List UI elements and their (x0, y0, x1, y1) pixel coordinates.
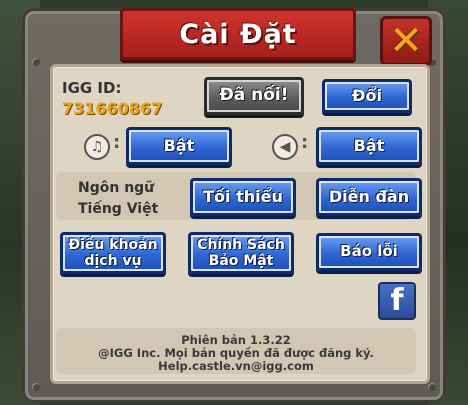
minimize-button[interactable]: Tối thiểu (190, 178, 296, 216)
page-title: Cài Đặt (179, 18, 297, 50)
speaker-icon: ◀ (272, 134, 298, 160)
sound-colon: : (301, 132, 309, 153)
language-value[interactable]: Tiếng Việt (78, 201, 158, 217)
sound-toggle-button[interactable]: Bật (316, 127, 422, 165)
igg-id-value: 731660867 (62, 99, 163, 118)
igg-id-label: IGG ID: (62, 79, 122, 97)
connected-button[interactable]: Đã nối! (204, 77, 304, 115)
report-bug-button[interactable]: Báo lỗi (316, 233, 422, 271)
music-note-icon: ♫ (84, 134, 110, 160)
rivet-icon (428, 383, 436, 391)
music-colon: : (113, 132, 121, 153)
close-icon: ✕ (389, 18, 423, 64)
facebook-button[interactable]: f (378, 282, 416, 320)
title-banner: Cài Đặt (120, 8, 356, 60)
facebook-icon: f (390, 283, 404, 318)
version-text: Phiên bản 1.3.22 (181, 333, 291, 347)
terms-line-2: dịch vụ (84, 253, 142, 269)
rivet-icon (32, 383, 40, 391)
terms-of-service-button[interactable]: Điều khoản dịch vụ (60, 232, 166, 274)
privacy-line-1: Chính Sách (197, 236, 285, 253)
support-email-link[interactable]: Help.castle.vn@igg.com (56, 359, 416, 373)
forum-button[interactable]: Diễn đàn (316, 178, 422, 216)
change-account-button[interactable]: Đổi (322, 79, 412, 113)
close-button[interactable]: ✕ (380, 16, 432, 66)
music-toggle-button[interactable]: Bật (126, 127, 232, 165)
language-label: Ngôn ngữ (78, 180, 155, 196)
rivet-icon (32, 58, 40, 66)
privacy-policy-button[interactable]: Chính Sách Bảo Mật (188, 232, 294, 274)
privacy-line-2: Bảo Mật (208, 253, 274, 269)
copyright-text: @IGG Inc. Mọi bản quyền đã được đăng ký. (98, 346, 374, 360)
terms-line-1: Điều khoản (68, 236, 158, 253)
